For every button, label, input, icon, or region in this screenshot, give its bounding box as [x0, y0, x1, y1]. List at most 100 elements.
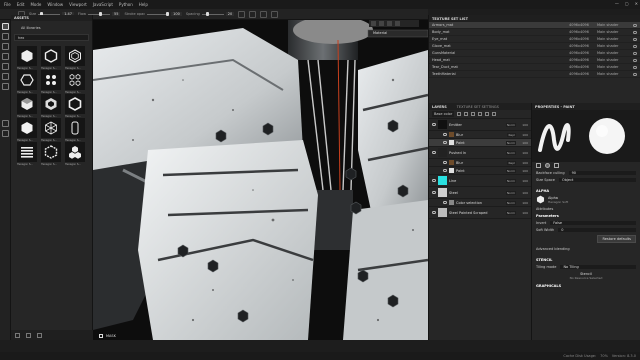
restore-defaults-button[interactable]: Restore defaults — [597, 235, 636, 243]
asset-tile[interactable]: Hexagon S... — [41, 118, 61, 142]
layer-opacity[interactable]: 100 — [518, 133, 528, 137]
layer-opacity[interactable]: 100 — [518, 161, 528, 165]
blend-mode[interactable]: Repl — [507, 160, 516, 165]
visibility-eye-icon[interactable] — [633, 72, 637, 76]
blend-mode[interactable]: Norm — [505, 190, 516, 195]
visibility-eye-icon[interactable] — [633, 65, 637, 69]
menu-edit[interactable]: Edit — [17, 2, 25, 7]
layer-opacity[interactable]: 100 — [518, 179, 528, 183]
clone-icon[interactable] — [2, 73, 9, 80]
settings-icon[interactable] — [271, 10, 279, 18]
menu-viewport[interactable]: Viewport — [69, 2, 87, 7]
stroke-opacity-value[interactable]: 100 — [171, 12, 182, 16]
asset-tile[interactable]: Hexagon S... — [65, 142, 85, 166]
texture-set-row[interactable]: Tear_Duct_mat 4096x4096 Main shader — [429, 64, 640, 71]
tiling-mode-dropdown[interactable]: No Tiling — [560, 264, 636, 269]
blend-mode[interactable]: Norm — [505, 210, 516, 215]
texture-set-row[interactable]: GunsMaterial 4096x4096 Main shader — [429, 50, 640, 57]
flow-value[interactable]: 55 — [111, 12, 121, 16]
smudge-icon[interactable] — [2, 63, 9, 70]
asset-tile[interactable]: Hexagon S... — [17, 142, 37, 166]
visibility-eye-icon[interactable] — [432, 191, 436, 194]
visibility-eye-icon[interactable] — [443, 169, 447, 172]
blend-mode[interactable]: Norm — [505, 168, 516, 173]
asset-tile[interactable]: Hexagon S... — [41, 70, 61, 94]
menu-help[interactable]: Help — [139, 2, 148, 7]
layer-row[interactable]: Pushed In Norm 100 — [429, 147, 531, 159]
asset-tile[interactable]: Hexagon S... — [17, 46, 37, 70]
layer-opacity[interactable]: 100 — [518, 151, 528, 155]
layer-row[interactable]: Line Norm 100 — [429, 175, 531, 187]
texture-set-row[interactable]: Armors_mat 4096x4096 Main shader — [429, 22, 640, 29]
menu-file[interactable]: File — [4, 2, 11, 7]
invert-dropdown[interactable]: False — [550, 220, 636, 225]
menu-python[interactable]: Python — [119, 2, 133, 7]
add-fill-layer-icon[interactable] — [457, 112, 462, 116]
maximize-icon[interactable]: ▢ — [625, 1, 629, 6]
blend-mode[interactable]: Repl — [507, 132, 516, 137]
lazy-mouse-icon[interactable] — [249, 10, 257, 18]
effect-row[interactable]: Color selection Norm 100 — [429, 199, 531, 207]
alpha-icon[interactable] — [554, 163, 559, 168]
measure-icon[interactable] — [2, 120, 9, 127]
projection-icon[interactable] — [2, 43, 9, 50]
eraser-icon[interactable] — [2, 33, 9, 40]
asset-tile[interactable]: Hexagon S... — [17, 118, 37, 142]
stencil-resource[interactable]: Stencil No Resource Selected — [532, 270, 640, 282]
texture-set-row[interactable]: Body_mat 4096x4096 Main shader — [429, 29, 640, 36]
effect-row[interactable]: Paint Norm 100 — [429, 139, 531, 147]
bake-icon[interactable] — [2, 130, 9, 137]
tab-layers[interactable]: LAYERS — [432, 105, 447, 109]
parameters-section[interactable]: Parameters — [532, 212, 640, 219]
mask-icon[interactable] — [99, 333, 103, 338]
blend-mode[interactable]: Norm — [505, 122, 516, 127]
asset-tile[interactable]: Hexagon S... — [65, 70, 85, 94]
asset-tile[interactable]: Hexagon S... — [65, 94, 85, 118]
minimize-icon[interactable]: — — [615, 1, 619, 6]
blend-mode[interactable]: Norm — [505, 140, 516, 145]
paint-brush-icon[interactable] — [2, 23, 9, 30]
asset-tile[interactable]: Hexagon S... — [41, 46, 61, 70]
geometry-fill-icon[interactable] — [2, 53, 9, 60]
color-picker-icon[interactable] — [2, 83, 9, 90]
visibility-eye-icon[interactable] — [432, 151, 436, 154]
import-icon[interactable] — [15, 332, 20, 338]
soft-width-value[interactable]: 0 — [558, 227, 636, 232]
alpha-section[interactable]: ALPHA — [532, 187, 640, 194]
add-effect-icon[interactable] — [478, 112, 483, 116]
texture-set-row[interactable]: TeethMaterial 4096x4096 Main shader — [429, 71, 640, 78]
layer-row[interactable]: Emitter Norm 100 — [429, 119, 531, 131]
add-folder-icon[interactable] — [485, 112, 490, 116]
visibility-eye-icon[interactable] — [633, 37, 637, 41]
visibility-eye-icon[interactable] — [633, 58, 637, 62]
add-paint-layer-icon[interactable] — [464, 112, 469, 116]
effect-row[interactable]: Paint Norm 100 — [429, 167, 531, 175]
asset-tile[interactable]: Hexagon S... — [41, 142, 61, 166]
menu-javascript[interactable]: JavaScript — [93, 2, 113, 7]
asset-tile[interactable]: Hexagon S... — [41, 94, 61, 118]
material-dropdown[interactable]: Material — [371, 30, 389, 36]
blend-mode[interactable]: Norm — [505, 150, 516, 155]
visibility-eye-icon[interactable] — [633, 44, 637, 48]
visibility-eye-icon[interactable] — [432, 179, 436, 182]
visibility-eye-icon[interactable] — [443, 201, 447, 204]
alpha-resource[interactable]: Alpha Hexagon Soft — [532, 194, 640, 205]
stroke-opacity-slider[interactable]: Stroke opac 100 — [124, 11, 182, 18]
effect-row[interactable]: Blur Repl 100 — [429, 159, 531, 167]
visibility-eye-icon[interactable] — [633, 30, 637, 34]
effect-row[interactable]: Blur Repl 100 — [429, 131, 531, 139]
layer-opacity[interactable]: 100 — [518, 169, 528, 173]
graphicals-section[interactable]: GRAPHICALS — [532, 282, 640, 289]
blend-mode[interactable]: Norm — [505, 178, 516, 183]
menu-window[interactable]: Window — [47, 2, 63, 7]
tab-texture-set-settings[interactable]: TEXTURE SET SETTINGS — [457, 105, 499, 109]
visibility-eye-icon[interactable] — [443, 133, 447, 136]
spacing-slider[interactable]: Spacing 20 — [186, 11, 235, 18]
texture-set-row[interactable]: Head_mat 4096x4096 Main shader — [429, 57, 640, 64]
texture-set-row[interactable]: Glove_mat 4096x4096 Main shader — [429, 43, 640, 50]
layer-opacity[interactable]: 100 — [518, 123, 528, 127]
symmetry-icon[interactable] — [238, 10, 246, 18]
layer-row[interactable]: Steel Norm 100 — [429, 187, 531, 199]
asset-tile[interactable]: Hexagon S... — [17, 70, 37, 94]
menu-mode[interactable]: Mode — [30, 2, 41, 7]
